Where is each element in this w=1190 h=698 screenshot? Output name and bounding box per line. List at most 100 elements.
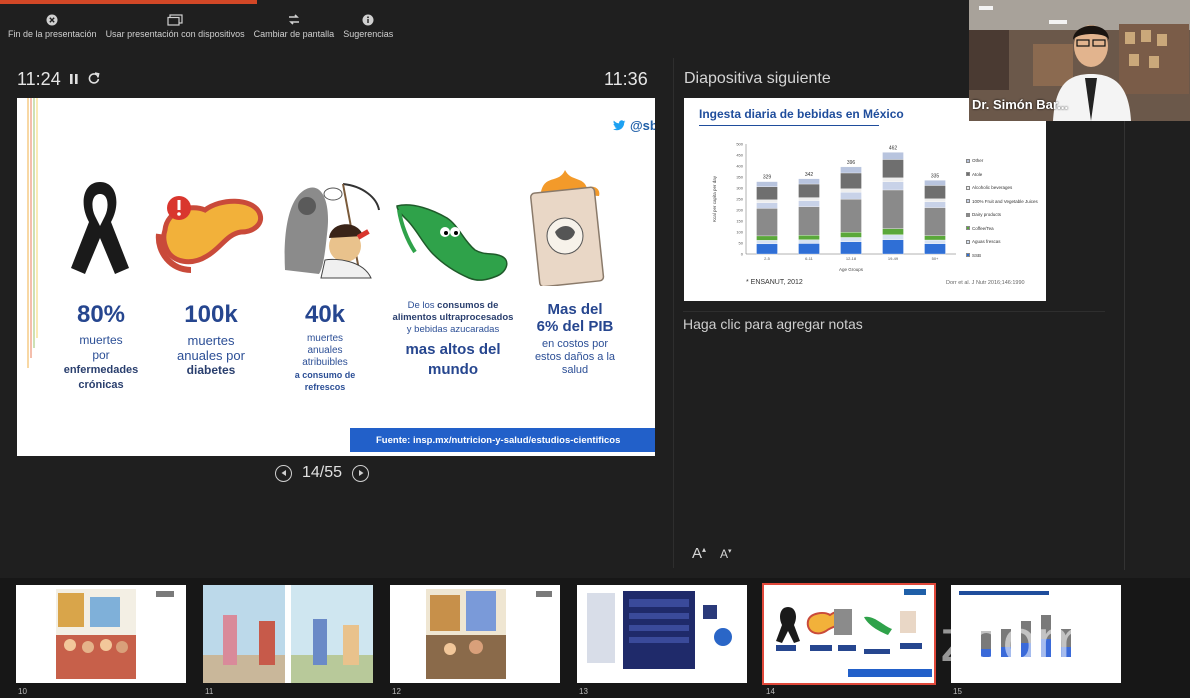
restart-icon[interactable] (87, 69, 101, 90)
thumbnail-number: 12 (392, 687, 401, 696)
black-ribbon-icon (71, 182, 129, 274)
next-slide-button[interactable] (352, 464, 370, 482)
mexico-pre: De los (407, 300, 435, 311)
elapsed-timer: 11:24 (17, 69, 101, 90)
stat-value: 40k (304, 301, 346, 328)
font-up-label: A (692, 545, 703, 562)
bar-segment (924, 185, 946, 199)
stat-line: por (92, 348, 110, 362)
bar-segment (882, 234, 904, 240)
y-tick-label: 50 (739, 241, 744, 246)
bar-segment (882, 177, 904, 182)
bar-total-label: 335 (931, 173, 940, 179)
thumbnail-slide-10[interactable] (16, 585, 186, 683)
bar-segment (840, 241, 862, 255)
thumbnail-number: 14 (766, 687, 775, 696)
increase-font-button[interactable]: A▴ (692, 545, 706, 562)
thumbnail-image (16, 585, 186, 683)
end-show-button[interactable]: Fin de la presentación (8, 12, 97, 39)
legend-item: Coffee/Tea (966, 222, 1038, 236)
y-axis-label: Kcal per capita per day (712, 175, 717, 222)
current-slide[interactable]: @sbarquera 80% muertes por enf (17, 98, 655, 456)
bar-segment (924, 243, 946, 255)
thumbnail-number: 11 (205, 687, 214, 696)
bar-segment (924, 239, 946, 244)
y-tick-label: 450 (736, 153, 743, 158)
devices-icon (167, 12, 183, 27)
legend-item: 100% Fruit and Vegetable Juices (966, 195, 1038, 209)
bar-segment (756, 235, 778, 241)
legend-item: Aguas frescas (966, 235, 1038, 249)
info-icon (362, 12, 374, 27)
x-tick-label: 2-5 (764, 256, 771, 261)
bar-segment (882, 181, 904, 191)
pancreas-icon (155, 196, 263, 273)
bar-total-label: 462 (889, 145, 898, 151)
legend-item: Atole (966, 168, 1038, 182)
pib-line1: Mas del (547, 301, 603, 318)
legend-swatch (966, 239, 970, 244)
use-with-devices-button[interactable]: Usar presentación con dispositivos (106, 12, 245, 39)
decrease-font-button[interactable]: A▾ (720, 545, 732, 562)
bar-total-label: 329 (763, 175, 772, 181)
close-circle-icon (46, 12, 58, 27)
bar-segment (798, 197, 820, 201)
next-slide-heading: Diapositiva siguiente (684, 70, 831, 87)
legend-swatch (966, 212, 970, 217)
citation-note: Dorr et al. J Nutr 2016;146:1990 (946, 280, 1025, 286)
twitter-handle: @sbarquera (613, 118, 655, 133)
current-clock: 11:36 (604, 69, 648, 89)
zoom-watermark: zoom (940, 607, 1092, 675)
legend-swatch (966, 158, 970, 163)
thumbnail-image (390, 585, 560, 683)
legend-label: Alcoholic beverages (972, 185, 1013, 191)
triangle-right-icon (358, 470, 364, 476)
pause-icon[interactable] (69, 69, 79, 90)
thumbnail-slide-14[interactable] (762, 583, 936, 685)
suggestions-label: Sugerencias (343, 29, 394, 39)
stat-chronic-diseases: 80% muertes por enfermedades crónicas (57, 301, 145, 393)
legend-swatch (966, 185, 970, 190)
notes-area[interactable]: Haga clic para agregar notas (683, 316, 863, 332)
reaper-drinking-illustration (284, 183, 380, 279)
chart-legend: Other Atole Alcoholic beverages 100% Fruit … (966, 154, 1038, 262)
stat-gdp-cost: Mas del 6% del PIB en costos por estos d… (529, 301, 621, 377)
participant-video[interactable]: Dr. Simón Bar... (969, 0, 1190, 121)
thumbnail-slide-13[interactable] (577, 585, 747, 683)
switch-screen-button[interactable]: Cambiar de pantalla (254, 12, 334, 39)
beverage-chart: 0 50 100 150 200 250 300 350 400 450 500 Kcal per c… (712, 142, 956, 272)
burning-money-illustration (530, 170, 605, 286)
twitter-bird-icon (613, 120, 626, 131)
stat-bold: enfermedades crónicas (63, 364, 139, 391)
x-tick-label: 19-49 (888, 256, 899, 261)
bar-segment (756, 181, 778, 187)
stat-bold: a consumo de refrescos (294, 370, 356, 392)
top-accent-bar (0, 0, 257, 4)
thumbnail-slide-11[interactable] (203, 585, 373, 683)
next-slide-preview[interactable]: Ingesta diaria de bebidas en México 0 50 1… (684, 98, 1046, 301)
legend-item: Dairy products (966, 208, 1038, 222)
stat-value: 100k (184, 301, 238, 328)
legend-item: Alcoholic beverages (966, 181, 1038, 195)
stat-line: muertes (79, 333, 123, 347)
legend-label: Aguas frescas (972, 239, 1001, 245)
suggestions-button[interactable]: Sugerencias (343, 12, 393, 39)
pane-divider[interactable] (673, 58, 674, 568)
mexico-big: mas altos del mundo (405, 341, 501, 378)
slide-pager: 14/55 (275, 464, 370, 482)
y-tick-label: 0 (741, 252, 744, 257)
stat-diabetes: 100k muertes anuales por diabetes (163, 301, 259, 378)
prev-slide-button[interactable] (275, 464, 292, 482)
stat-line: muertes (306, 333, 344, 344)
title-underline (699, 125, 879, 126)
x-tick-label: 50+ (932, 256, 939, 261)
notes-divider (683, 311, 1105, 312)
thumbnail-slide-12[interactable] (390, 585, 560, 683)
mexico-mid: y bebidas azucaradas (406, 324, 500, 335)
bar-segment (924, 198, 946, 202)
font-down-label: A (720, 547, 729, 561)
bar-total-label: 342 (805, 172, 814, 178)
bar-segment (924, 207, 946, 236)
presenter-toolbar: Fin de la presentación Usar presentación… (8, 12, 402, 39)
y-tick-label: 150 (736, 219, 743, 224)
